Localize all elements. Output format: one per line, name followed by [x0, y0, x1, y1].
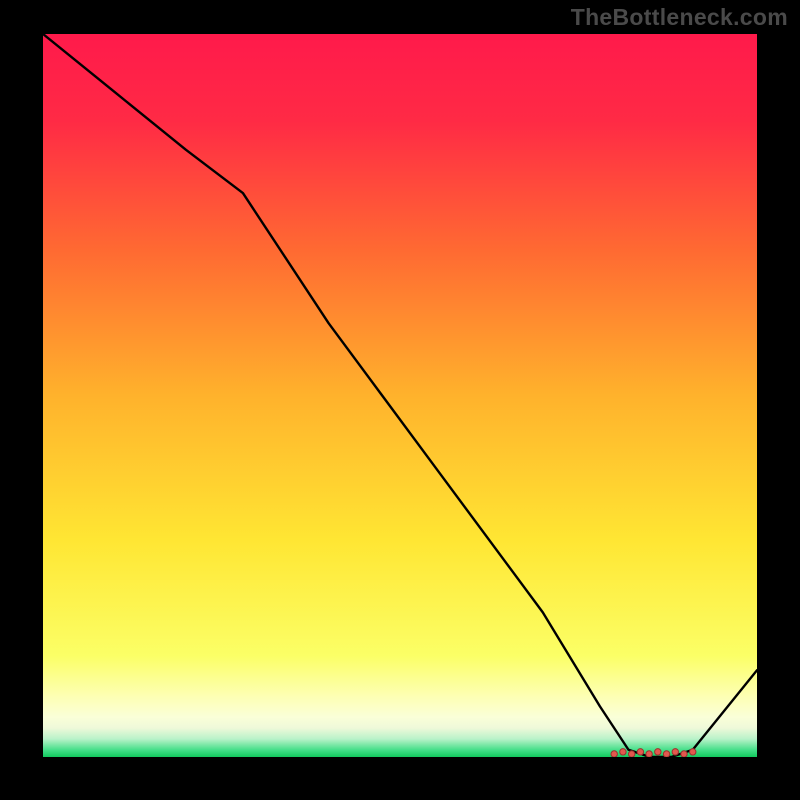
data-marker [681, 751, 687, 757]
data-marker [637, 749, 643, 755]
data-marker [690, 749, 696, 755]
data-marker [663, 751, 669, 757]
data-marker [672, 749, 678, 755]
data-marker [620, 749, 626, 755]
chart-root: TheBottleneck.com [0, 0, 800, 800]
watermark-text: TheBottleneck.com [571, 4, 788, 31]
data-marker [646, 751, 652, 757]
plot-area [43, 34, 757, 757]
data-marker [611, 751, 617, 757]
data-marker [628, 751, 634, 757]
chart-svg [43, 34, 757, 757]
gradient-background [43, 34, 757, 757]
data-marker [655, 749, 661, 755]
